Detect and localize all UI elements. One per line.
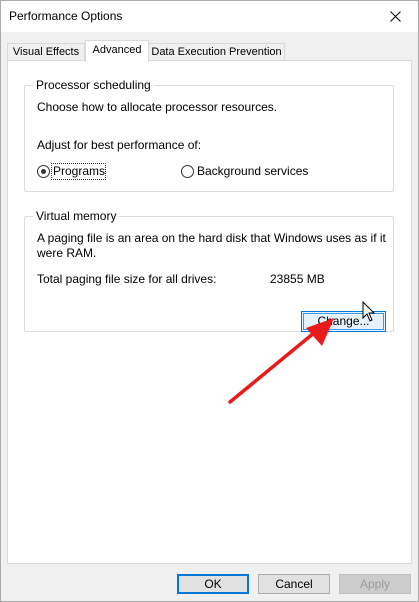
radio-background-services-label[interactable]: Background services [197, 164, 308, 178]
adjust-label: Adjust for best performance of: [37, 138, 202, 152]
virtual-memory-description-line2: were RAM. [37, 246, 97, 260]
tab-data-execution-prevention[interactable]: Data Execution Prevention [148, 43, 285, 61]
annotation-arrow [228, 318, 334, 404]
processor-description: Choose how to allocate processor resourc… [37, 100, 278, 114]
advanced-tab-panel: Processor scheduling Choose how to alloc… [7, 60, 412, 564]
cancel-button[interactable]: Cancel [258, 574, 330, 594]
close-icon [389, 11, 401, 22]
radio-programs-label[interactable]: Programs [53, 164, 105, 178]
radio-programs-button[interactable] [37, 165, 50, 178]
tab-visual-effects[interactable]: Visual Effects [7, 43, 85, 61]
processor-scheduling-group: Processor scheduling Choose how to alloc… [24, 78, 394, 192]
performance-options-dialog: Performance Options Visual Effects Advan… [0, 0, 419, 602]
virtual-memory-title: Virtual memory [33, 209, 120, 223]
virtual-memory-description-line1: A paging file is an area on the hard dis… [37, 231, 386, 245]
radio-background-services-button[interactable] [181, 165, 194, 178]
processor-scheduling-title: Processor scheduling [33, 78, 154, 92]
title-bar: Performance Options [1, 1, 418, 32]
total-paging-value: 23855 MB [270, 272, 325, 286]
window-title: Performance Options [9, 9, 123, 23]
mouse-pointer-icon [362, 301, 376, 322]
apply-button[interactable]: Apply [339, 574, 411, 594]
close-button[interactable] [372, 1, 418, 32]
ok-button[interactable]: OK [177, 574, 249, 594]
tab-advanced[interactable]: Advanced [85, 40, 149, 62]
total-paging-label: Total paging file size for all drives: [37, 272, 217, 286]
